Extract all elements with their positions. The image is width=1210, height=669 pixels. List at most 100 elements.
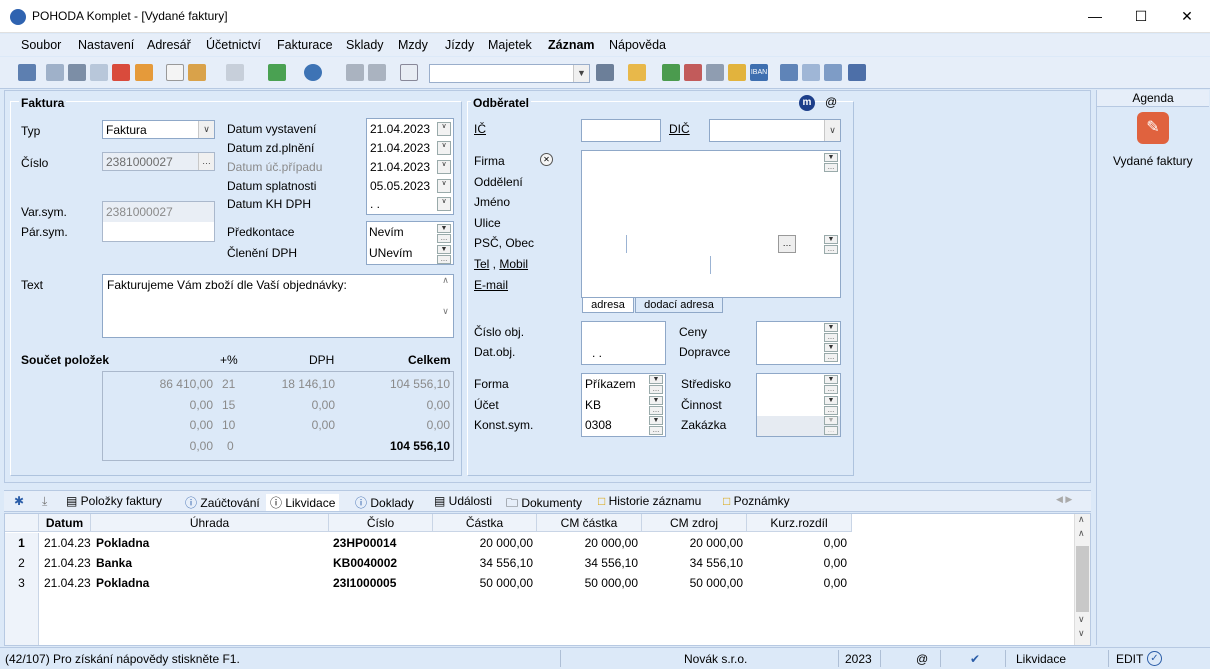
varsym-field[interactable]: 2381000027 [106, 205, 173, 219]
obec-more-button[interactable]: … [778, 235, 796, 253]
tab-polozky[interactable]: ▤ Položky faktury [66, 494, 162, 508]
tab-doklady[interactable]: ⓘ Doklady [355, 494, 414, 511]
menu-soubor[interactable]: Soubor [21, 38, 61, 52]
predkontace-field[interactable]: Nevím [369, 225, 404, 239]
chevron-down-icon[interactable]: ▼ [824, 323, 838, 332]
tel-link[interactable]: Tel [474, 257, 489, 271]
ic-field[interactable] [581, 119, 661, 142]
menu-adresar[interactable]: Adresář [147, 38, 191, 52]
menu-ucetnictvi[interactable]: Účetnictví [206, 38, 261, 52]
help-icon[interactable] [848, 64, 866, 81]
more-icon[interactable]: … [649, 406, 663, 415]
parsym-field[interactable] [103, 222, 214, 241]
maximize-icon[interactable]: ☐ [1118, 0, 1164, 33]
preview-icon[interactable] [90, 64, 108, 81]
minimize-icon[interactable]: — [1072, 0, 1118, 33]
address-tab-dodaci[interactable]: dodací adresa [635, 298, 723, 313]
email-link[interactable]: E-mail [474, 278, 508, 292]
chevron-down-icon[interactable]: ▼ [649, 396, 663, 405]
dic-field[interactable]: ∨ [709, 119, 841, 142]
copy-doc-icon[interactable] [400, 64, 418, 81]
table-row[interactable]: 1 21.04.23 Pokladna 23HP00014 20 000,00 … [5, 533, 1073, 553]
col-datum[interactable]: Datum [39, 514, 91, 532]
chevron-down-icon[interactable]: ▼ [649, 416, 663, 425]
menu-mzdy[interactable]: Mzdy [398, 38, 428, 52]
at-icon[interactable]: @ [825, 95, 837, 109]
star-icon[interactable]: ✱ [14, 494, 24, 508]
chevron-down-icon[interactable]: ∨ [437, 197, 451, 211]
panel-icon[interactable] [18, 64, 36, 81]
chevron-down-icon[interactable]: ▼ [824, 153, 838, 162]
iban-icon[interactable]: IBAN [750, 64, 768, 81]
more-icon[interactable]: … [824, 163, 838, 172]
chevron-down-icon[interactable]: ∨ [824, 120, 840, 141]
coins-icon[interactable] [728, 64, 746, 81]
col-cislo[interactable]: Číslo [329, 514, 433, 532]
picture-icon[interactable] [824, 64, 842, 81]
chevron-down-icon[interactable]: ▼ [824, 235, 838, 244]
chevron-down-icon[interactable]: ▼ [824, 375, 838, 384]
datum-khdph-field[interactable]: . . [370, 197, 380, 211]
tab-scroll-arrows[interactable]: ◀ ▶ [1056, 494, 1072, 505]
more-icon[interactable]: … [824, 406, 838, 415]
datum-zdplneni-field[interactable]: 21.04.2023 [370, 141, 430, 155]
tab-historie[interactable]: □ Historie záznamu [598, 494, 701, 508]
address-tab-adresa[interactable]: adresa [582, 298, 634, 313]
mobil-link[interactable]: Mobil [499, 257, 528, 271]
more-icon[interactable]: … [649, 426, 663, 435]
copy-icon[interactable] [46, 64, 64, 81]
datobj-field[interactable]: . . [592, 346, 602, 360]
tab-zauctovani[interactable]: ⓘ Zaúčtování [185, 494, 260, 511]
col-cm-zdroj[interactable]: CM zdroj [642, 514, 747, 532]
cislo-field[interactable]: 2381000027… [102, 152, 215, 171]
toolbar-search-input[interactable]: ▼ [429, 64, 590, 83]
chevron-down-icon[interactable]: ∨ [198, 121, 214, 138]
filter-icon[interactable] [596, 64, 614, 81]
tab-dokumenty[interactable]: 🗀 Dokumenty [506, 494, 582, 515]
more-icon[interactable]: … [437, 255, 451, 264]
more-icon[interactable]: … [824, 333, 838, 342]
datum-vystaveni-field[interactable]: 21.04.2023 [370, 122, 430, 136]
col-cm-castka[interactable]: CM částka [537, 514, 642, 532]
more-icon[interactable]: … [437, 234, 451, 243]
brush-icon[interactable] [188, 64, 206, 81]
chevron-down-icon[interactable]: ∨ [437, 141, 451, 155]
more-icon[interactable]: … [649, 385, 663, 394]
pdf-icon[interactable] [112, 64, 130, 81]
agenda-item-vydane-faktury[interactable]: Vydané faktury [1113, 154, 1193, 168]
chevron-down-icon[interactable]: ▼ [437, 224, 451, 233]
chevron-down-icon[interactable]: ▼ [649, 375, 663, 384]
screen-icon[interactable] [780, 64, 798, 81]
address-box[interactable] [581, 150, 841, 298]
m-icon[interactable]: m [799, 95, 815, 111]
more-icon[interactable]: … [824, 353, 838, 362]
chevron-down-icon[interactable]: ▼ [824, 396, 838, 405]
scroll-down-icon[interactable]: ∨ [1078, 628, 1085, 639]
typ-select[interactable]: Faktura ∨ [102, 120, 215, 139]
konst-field[interactable]: 0308 [585, 418, 612, 432]
forma-field[interactable]: Příkazem [585, 377, 636, 391]
menu-nastaveni[interactable]: Nastavení [78, 38, 134, 52]
tab-poznamky[interactable]: □ Poznámky [723, 494, 790, 508]
form-icon[interactable] [802, 64, 820, 81]
scroll-up-icon[interactable]: ∧ [1078, 514, 1085, 525]
tab-likvidace[interactable]: ⓘ Likvidace [266, 494, 340, 511]
invoice-icon[interactable]: ✎ [1137, 112, 1169, 144]
gear-icon[interactable] [304, 64, 322, 81]
folder-icon[interactable] [628, 64, 646, 81]
print-icon[interactable] [68, 64, 86, 81]
more-icon[interactable]: … [824, 245, 838, 254]
arrow-left-icon[interactable] [268, 64, 286, 81]
menu-napoveda[interactable]: Nápověda [609, 38, 666, 52]
ic-label[interactable]: IČ [474, 122, 486, 136]
scroll-top-icon[interactable]: ∧ [1078, 528, 1085, 539]
close-icon[interactable]: ✕ [1164, 0, 1210, 33]
grid-scrollbar[interactable]: ∧ ∧ ∨ ∨ [1074, 514, 1090, 645]
dic-label[interactable]: DIČ [669, 122, 690, 136]
more-icon[interactable]: … [824, 385, 838, 394]
chevron-down-icon[interactable]: ∨ [437, 122, 451, 136]
scroll-bottom-icon[interactable]: ∨ [1078, 614, 1085, 625]
chevron-down-icon[interactable]: ∨ [437, 160, 451, 174]
new-icon[interactable] [166, 64, 184, 81]
menu-majetek[interactable]: Majetek [488, 38, 532, 52]
